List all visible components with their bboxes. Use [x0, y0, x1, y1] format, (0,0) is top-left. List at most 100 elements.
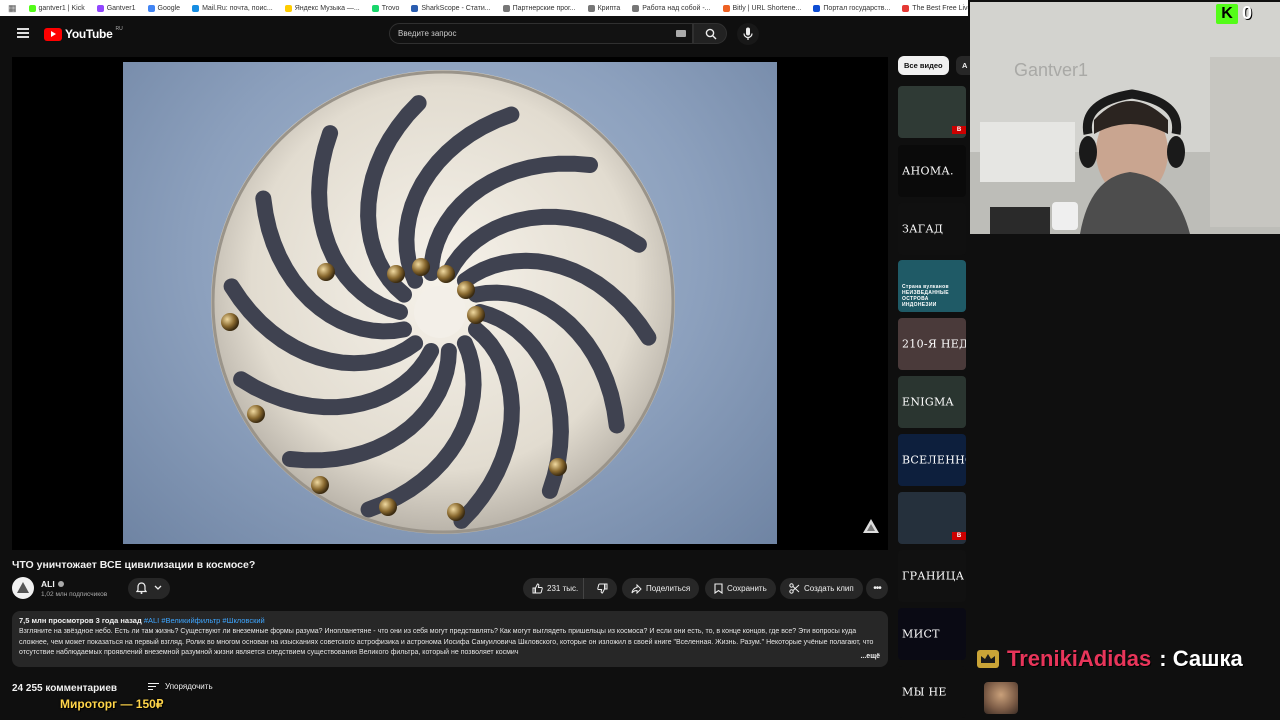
create-clip-button[interactable]: Создать клип — [780, 578, 863, 599]
create-clip-label: Создать клип — [804, 584, 854, 593]
like-dislike-group: 231 тыс. — [523, 578, 617, 599]
share-button[interactable]: Поделиться — [622, 578, 700, 599]
recommended-video-thumbnail[interactable]: МИСТ — [898, 608, 966, 660]
show-more-link[interactable]: ...ещё — [856, 653, 880, 660]
bookmark-item[interactable]: Партнерские прог... — [502, 4, 576, 12]
recommended-video-thumbnail[interactable]: Страна вулканов НЕИЗВЕДАННЫЕ ОСТРОВА ИНД… — [898, 260, 966, 312]
youtube-play-icon — [44, 27, 62, 41]
region-label: RU — [115, 26, 123, 32]
bookmark-favicon-icon — [192, 4, 200, 12]
thumbnail-title: ЗАГАД — [902, 222, 944, 236]
search-button[interactable] — [693, 23, 727, 44]
live-badge: В — [952, 532, 966, 540]
menu-icon[interactable] — [17, 28, 29, 38]
metal-ball — [437, 265, 455, 283]
search-icon — [705, 28, 717, 40]
chat-message: TrenikiAdidas : Сашка — [977, 646, 1243, 672]
keyboard-icon[interactable] — [676, 30, 686, 37]
chevron-down-icon — [154, 585, 162, 590]
kick-viewer-count: 0 — [1242, 3, 1253, 23]
bookmark-item[interactable]: SharkScope - Стати... — [411, 4, 491, 12]
description-text: Взгляните на звёздное небо. Есть ли там … — [19, 628, 874, 656]
bookmark-item[interactable]: Крипта — [587, 4, 621, 12]
more-actions-button[interactable]: ••• — [866, 578, 888, 599]
youtube-logo[interactable]: YouTube RU — [44, 26, 123, 41]
thumbnail-title: АНОМА. — [902, 164, 954, 178]
bookmark-favicon-icon — [813, 4, 821, 12]
like-button[interactable]: 231 тыс. — [523, 578, 585, 599]
bookmark-item[interactable]: Bitly | URL Shortene... — [722, 4, 801, 12]
thumbnail-title: 210-Я НЕДЕЛЯ — [902, 337, 966, 351]
recommended-video-thumbnail[interactable]: ЗАГАД — [898, 203, 966, 255]
bookmark-label: Trovo — [381, 4, 400, 12]
more-actions-icon: ••• — [873, 583, 881, 594]
chat-username: TrenikiAdidas — [1007, 646, 1152, 671]
metal-ball — [311, 476, 329, 494]
streamer-webcam: Gantver1 — [970, 2, 1280, 234]
dislike-button[interactable] — [588, 578, 617, 599]
metal-ball — [457, 281, 475, 299]
bookmark-label: Google — [157, 4, 181, 12]
recommended-video-thumbnail[interactable]: В — [898, 492, 966, 544]
microphone-icon — [743, 27, 753, 40]
hashtags[interactable]: #ALI #Великийфильтр #Шкловский — [144, 616, 265, 625]
bookmark-item[interactable]: Google — [147, 4, 181, 12]
recommended-video-thumbnail[interactable]: ENIGMA — [898, 376, 966, 428]
bookmark-item[interactable]: gantver1 | Kick — [28, 4, 85, 12]
webcam-image: Gantver1 — [970, 2, 1280, 234]
sort-comments-button[interactable]: Упорядочить — [148, 682, 213, 691]
video-title: ЧТО уничтожает ВСЕ цивилизации в космосе… — [12, 559, 256, 571]
description-box[interactable]: 7,5 млн просмотров 3 года назад #ALI #Ве… — [12, 611, 888, 667]
voice-search-button[interactable] — [737, 23, 759, 45]
thumbnail-title: ENIGMA — [902, 395, 954, 409]
thumbnail-title: МИСТ — [902, 627, 940, 641]
bookmark-label: Крипта — [597, 4, 621, 12]
bookmark-favicon-icon — [902, 4, 910, 12]
recommended-video-thumbnail[interactable]: 210-Я НЕДЕЛЯ — [898, 318, 966, 370]
metal-ball — [379, 498, 397, 516]
bookmark-icon — [714, 583, 723, 594]
description-meta: 7,5 млн просмотров 3 года назад #ALI #Ве… — [19, 616, 881, 625]
recommended-video-thumbnail[interactable]: ГРАНИЦА — [898, 550, 966, 602]
bookmark-item[interactable]: Gantver1 — [96, 4, 136, 12]
metal-ball — [387, 265, 405, 283]
search-placeholder: Введите запрос — [398, 29, 457, 38]
recommended-video-thumbnail[interactable]: АНОМА. — [898, 145, 966, 197]
channel-avatar[interactable] — [12, 577, 34, 599]
chip-all-videos[interactable]: Все видео — [898, 56, 949, 75]
subscriber-count: 1,02 млн подписчиков — [41, 591, 108, 598]
bookmark-label: Партнерские прог... — [512, 4, 576, 12]
bookmark-label: Портал государств... — [823, 4, 891, 12]
save-button[interactable]: Сохранить — [705, 578, 776, 599]
channel-name[interactable]: ALI — [41, 579, 64, 589]
bookmark-label: Яндекс Музыка —... — [294, 4, 360, 12]
video-player[interactable] — [12, 57, 888, 550]
views-and-date: 7,5 млн просмотров 3 года назад — [19, 616, 142, 625]
recommended-video-thumbnail[interactable]: В — [898, 86, 966, 138]
bookmark-item[interactable]: Mail.Ru: почта, поис... — [192, 4, 273, 12]
bookmarks-bar: ▦ gantver1 | Kick Gantver1 Google Mail.Ru: … — [0, 0, 968, 16]
thumbnail-title: Страна вулканов НЕИЗВЕДАННЫЕ ОСТРОВА ИНД… — [902, 284, 949, 309]
kick-logo-icon: K — [1216, 4, 1238, 24]
channel-name-text: ALI — [41, 579, 55, 589]
notification-bell-button[interactable] — [128, 578, 170, 599]
stream-overlay-price: Мироторг — 150₽ — [60, 697, 164, 711]
bookmark-label: Работа над собой -... — [642, 4, 711, 12]
bookmark-favicon-icon — [632, 4, 640, 12]
logo-text: YouTube — [65, 27, 113, 41]
bookmark-item[interactable]: Яндекс Музыка —... — [284, 4, 360, 12]
bookmark-item[interactable]: Портал государств... — [813, 4, 891, 12]
thumbnail-title: ВСЕЛЕННО — [902, 453, 966, 467]
bookmark-favicon-icon — [371, 4, 379, 12]
bookmark-item[interactable]: The Best Free Live S... — [902, 4, 968, 12]
apps-grid-icon[interactable]: ▦ — [8, 3, 17, 14]
bookmark-favicon-icon — [28, 4, 36, 12]
recommended-video-thumbnail[interactable]: ВСЕЛЕННО — [898, 434, 966, 486]
bookmark-item[interactable]: Работа над собой -... — [632, 4, 711, 12]
share-label: Поделиться — [646, 584, 691, 593]
bookmark-favicon-icon — [411, 4, 419, 12]
recommended-video-thumbnail[interactable]: МЫ НЕ — [898, 666, 966, 718]
search-input[interactable]: Введите запрос — [389, 23, 693, 44]
bookmark-label: The Best Free Live S... — [912, 4, 968, 12]
bookmark-item[interactable]: Trovo — [371, 4, 400, 12]
